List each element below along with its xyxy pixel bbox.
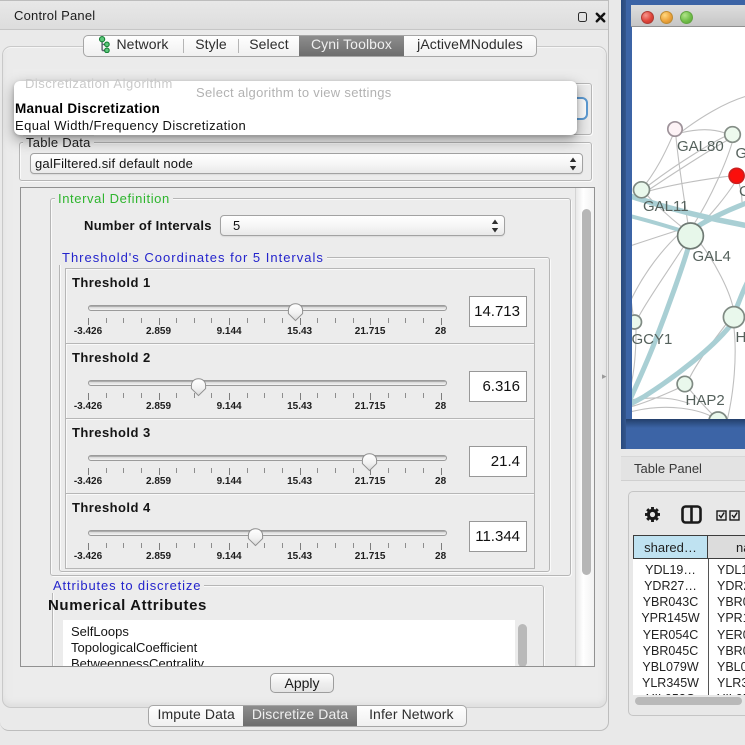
svg-text:HAP2: HAP2 — [686, 392, 725, 409]
svg-text:GCY1: GCY1 — [632, 331, 672, 348]
svg-text:CR: CR — [739, 183, 745, 200]
svg-text:GAL: GAL — [736, 145, 745, 162]
svg-text:GAL11: GAL11 — [643, 198, 689, 215]
svg-text:GAL80: GAL80 — [677, 138, 724, 155]
svg-text:H: H — [736, 329, 745, 346]
svg-text:GAL4: GAL4 — [693, 248, 731, 265]
